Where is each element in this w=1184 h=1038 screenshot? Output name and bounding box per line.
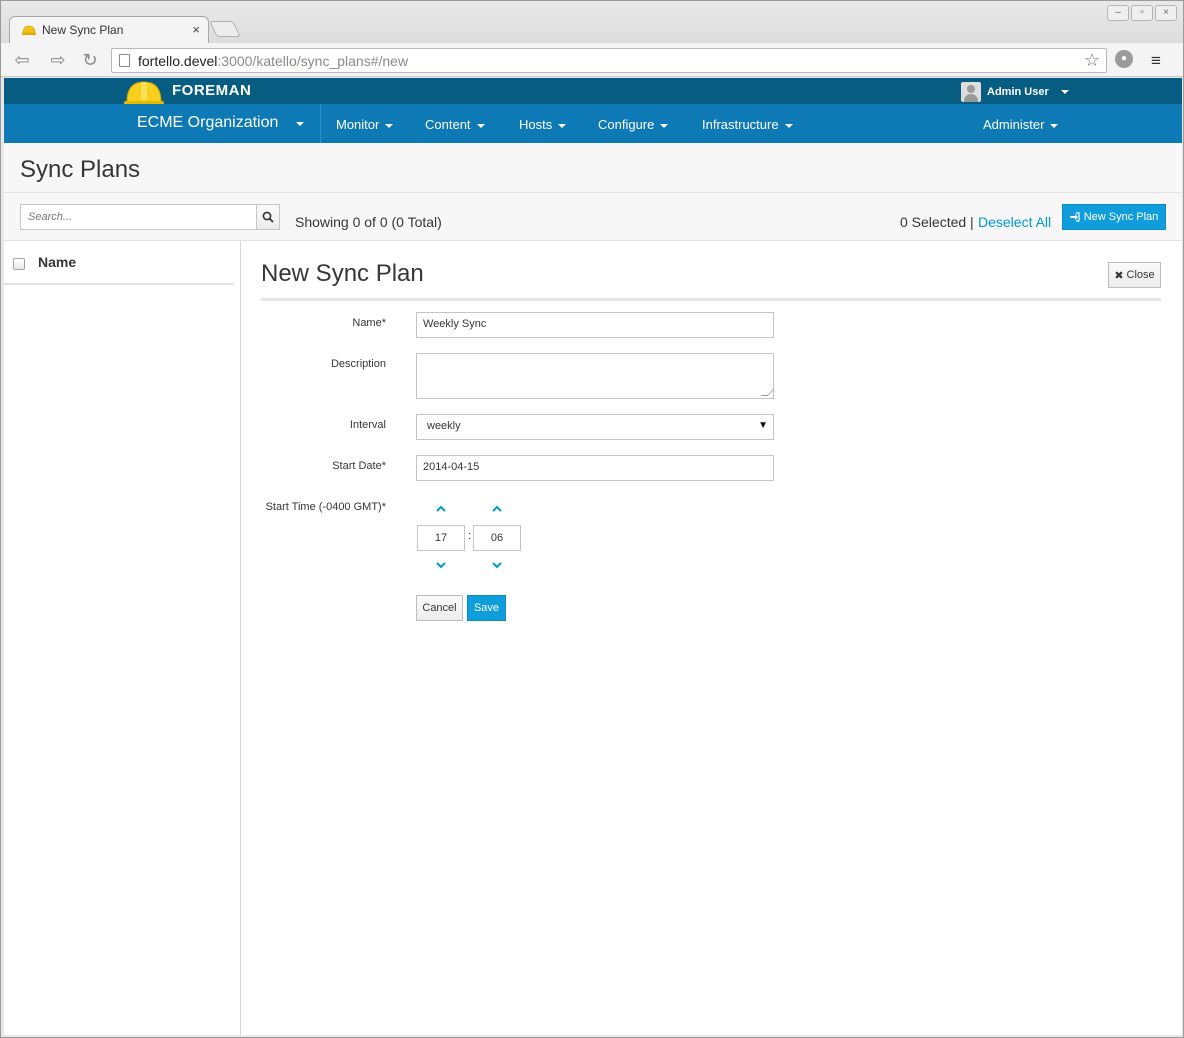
user-name: Admin User	[987, 86, 1049, 98]
result-count: Showing 0 of 0 (0 Total)	[295, 214, 442, 230]
interval-label: Interval	[349, 419, 386, 431]
nav-item-monitor[interactable]: Monitor	[336, 117, 394, 132]
list-header: Name	[4, 241, 234, 285]
window-close-icon[interactable]: ×	[1155, 5, 1177, 21]
start-date-label: Start Date*	[332, 460, 386, 472]
minute-decrement-icon[interactable]	[492, 560, 502, 570]
caret-down-icon	[660, 123, 669, 128]
maximize-icon[interactable]: ▫	[1131, 5, 1153, 21]
nav-item-administer[interactable]: Administer	[983, 117, 1059, 132]
foreman-topbar: FOREMAN Admin User	[4, 78, 1182, 106]
new-sync-plan-button[interactable]: New Sync Plan	[1062, 204, 1166, 230]
user-menu[interactable]: Admin User	[961, 82, 1069, 102]
name-input[interactable]: Weekly Sync	[416, 312, 774, 338]
organization-switcher[interactable]: ECME Organization	[137, 114, 278, 132]
nav-item-configure[interactable]: Configure	[598, 117, 669, 132]
dropdown-arrow-icon: ▼	[758, 420, 768, 431]
start-date-input[interactable]: 2014-04-15	[416, 455, 774, 481]
new-tab-button[interactable]	[209, 21, 241, 37]
caret-down-icon	[1050, 123, 1059, 128]
nav-divider	[320, 104, 321, 143]
close-icon: ✖	[1114, 269, 1124, 282]
description-label: Description	[330, 358, 386, 370]
caret-down-icon	[385, 123, 394, 128]
hours-input[interactable]: 17	[417, 525, 465, 551]
panel-title: New Sync Plan	[261, 260, 424, 287]
time-separator: :	[468, 530, 472, 542]
save-button[interactable]: Save	[467, 595, 506, 621]
sign-in-icon	[1069, 212, 1080, 222]
divider	[261, 298, 1161, 301]
description-textarea[interactable]	[416, 353, 775, 399]
window-controls: – ▫ ×	[1107, 5, 1177, 21]
tab-close-icon[interactable]: ×	[192, 22, 200, 37]
tab-strip: New Sync Plan × – ▫ ×	[1, 1, 1183, 44]
avatar	[961, 82, 981, 102]
page-title: Sync Plans	[20, 156, 141, 183]
close-button[interactable]: ✖ Close	[1108, 262, 1161, 288]
search-button[interactable]	[256, 204, 280, 230]
minute-increment-icon[interactable]	[492, 504, 502, 514]
search-input[interactable]	[20, 204, 257, 230]
search-icon	[262, 211, 274, 223]
forward-icon[interactable]: ⇨	[47, 49, 69, 71]
column-header-name[interactable]: Name	[38, 254, 76, 270]
browser-toolbar: ⇦ ⇨ ↻ fortello.devel:3000/katello/sync_p…	[1, 43, 1183, 77]
nav-item-hosts[interactable]: Hosts	[519, 117, 567, 132]
page-content: Sync Plans Showing 0 of 0 (0 Total) 0 Se…	[4, 143, 1182, 1035]
main-nav: ECME Organization Monitor Content Hosts …	[4, 104, 1182, 143]
extension-icon[interactable]: ●	[1115, 50, 1133, 68]
deselect-all-link[interactable]: Deselect All	[978, 214, 1051, 230]
reload-icon[interactable]: ↻	[79, 49, 101, 71]
browser-menu-icon[interactable]: ≡	[1151, 51, 1161, 71]
hour-increment-icon[interactable]	[436, 504, 446, 514]
interval-select[interactable]: weekly ▼	[416, 414, 774, 440]
cancel-button[interactable]: Cancel	[416, 595, 463, 621]
browser-tab[interactable]: New Sync Plan ×	[9, 16, 209, 44]
hour-decrement-icon[interactable]	[436, 560, 446, 570]
address-bar[interactable]: fortello.devel:3000/katello/sync_plans#/…	[111, 48, 1107, 73]
nav-item-infrastructure[interactable]: Infrastructure	[702, 117, 793, 132]
back-icon[interactable]: ⇦	[11, 49, 33, 71]
name-label: Name*	[352, 317, 386, 329]
helmet-favicon-icon	[22, 25, 36, 35]
page-icon	[119, 54, 130, 67]
brand-name[interactable]: FOREMAN	[172, 82, 251, 99]
selected-count: 0 Selected |	[900, 214, 974, 230]
minutes-input[interactable]: 06	[473, 525, 521, 551]
browser-window: New Sync Plan × – ▫ × ⇦ ⇨ ↻ fortello.dev…	[0, 0, 1184, 1038]
tab-title: New Sync Plan	[42, 23, 124, 37]
nav-item-content[interactable]: Content	[425, 117, 485, 132]
page-header: Sync Plans	[4, 143, 1182, 193]
start-time-label: Start Time (-0400 GMT)*	[265, 501, 386, 513]
caret-down-icon	[476, 123, 485, 128]
url-text: fortello.devel:3000/katello/sync_plans#/…	[138, 53, 409, 69]
filter-bar: Showing 0 of 0 (0 Total) 0 Selected | De…	[4, 193, 1182, 241]
organization-caret-icon[interactable]	[296, 122, 304, 126]
caret-down-icon	[1060, 90, 1069, 94]
bookmark-star-icon[interactable]: ☆	[1084, 50, 1100, 71]
new-sync-plan-panel: New Sync Plan ✖ Close Name* Weekly Sync …	[261, 241, 1161, 1035]
caret-down-icon	[784, 123, 793, 128]
minimize-icon[interactable]: –	[1107, 5, 1129, 21]
caret-down-icon	[558, 123, 567, 128]
resize-handle-icon[interactable]	[760, 389, 775, 396]
select-all-checkbox[interactable]	[13, 258, 25, 270]
